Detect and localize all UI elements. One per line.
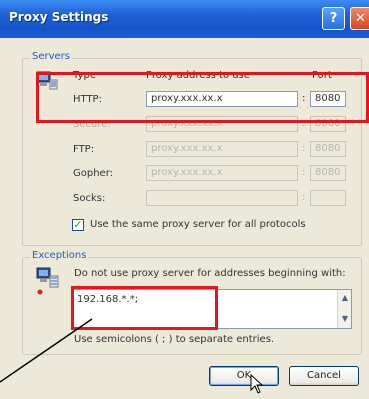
annotation-pointer-line (0, 318, 93, 383)
mouse-cursor-icon (250, 374, 264, 394)
